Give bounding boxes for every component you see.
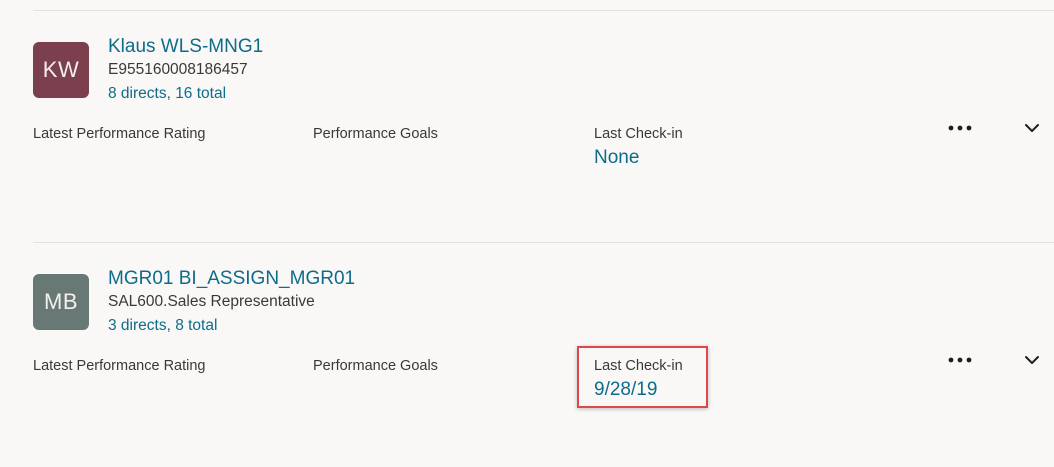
expand-button[interactable] (1016, 112, 1048, 144)
avatar[interactable]: MB (33, 274, 89, 330)
employee-name-link[interactable]: MGR01 BI_ASSIGN_MGR01 (108, 268, 355, 290)
last-check-in-value[interactable]: 9/28/19 (594, 379, 657, 401)
avatar[interactable]: KW (33, 42, 89, 98)
employee-subtitle: SAL600.Sales Representative (108, 293, 315, 310)
last-check-in-label: Last Check-in (594, 126, 683, 142)
chevron-down-icon (1025, 124, 1039, 132)
directs-count-link[interactable]: 3 directs, 8 total (108, 317, 217, 335)
team-member-card: MB MGR01 BI_ASSIGN_MGR01 SAL600.Sales Re… (0, 236, 1054, 467)
more-horizontal-icon (948, 357, 972, 363)
employee-subtitle: E955160008186457 (108, 61, 248, 78)
latest-performance-rating-label: Latest Performance Rating (33, 358, 206, 374)
performance-goals-label: Performance Goals (313, 358, 438, 374)
last-check-in-value[interactable]: None (594, 147, 639, 169)
more-actions-button[interactable] (938, 112, 982, 144)
performance-goals-label: Performance Goals (313, 126, 438, 142)
employee-name-link[interactable]: Klaus WLS-MNG1 (108, 36, 263, 58)
more-horizontal-icon (948, 125, 972, 131)
expand-button[interactable] (1016, 344, 1048, 376)
chevron-down-icon (1025, 356, 1039, 364)
directs-count-link[interactable]: 8 directs, 16 total (108, 85, 226, 103)
latest-performance-rating-label: Latest Performance Rating (33, 126, 206, 142)
more-actions-button[interactable] (938, 344, 982, 376)
team-member-card: KW Klaus WLS-MNG1 E955160008186457 8 dir… (0, 4, 1054, 235)
last-check-in-label: Last Check-in (594, 358, 683, 374)
